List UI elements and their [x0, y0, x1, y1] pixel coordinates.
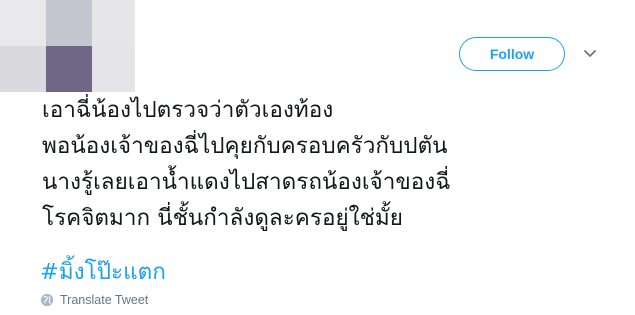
avatar-pixel [92, 46, 135, 92]
globe-icon [40, 293, 54, 307]
translate-label: Translate Tweet [60, 293, 149, 307]
chevron-down-icon[interactable] [580, 44, 600, 64]
translate-tweet-link[interactable]: Translate Tweet [40, 293, 148, 307]
avatar-pixel [0, 0, 46, 46]
avatar-pixel [92, 0, 135, 46]
follow-button[interactable]: Follow [459, 37, 565, 71]
avatar-pixel [0, 46, 46, 92]
avatar-pixel [46, 0, 92, 46]
avatar-pixel [46, 46, 92, 92]
tweet-text: เอาฉี่น้องไปตรวจว่าตัวเองท้อง พอน้องเจ้า… [42, 97, 451, 231]
hashtag-link[interactable]: #มิ้งโป๊ะแตก [40, 254, 166, 290]
avatar[interactable] [0, 0, 135, 92]
